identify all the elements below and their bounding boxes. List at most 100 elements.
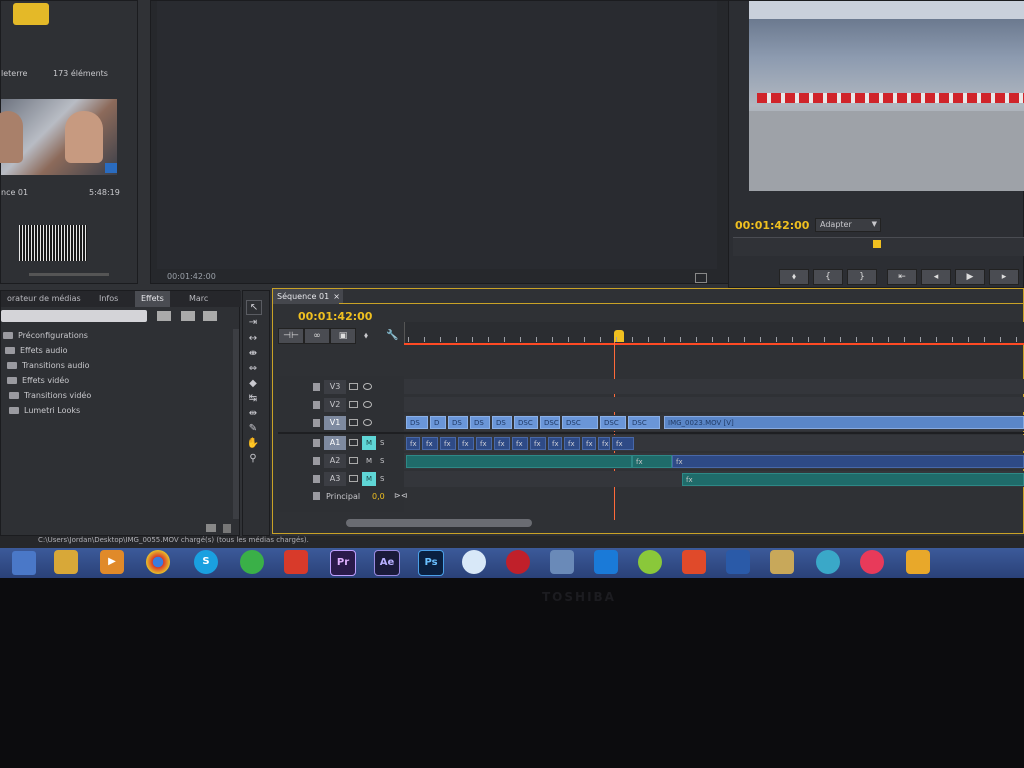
photoshop-icon[interactable]: Ps	[418, 550, 444, 576]
music-app-icon[interactable]	[506, 550, 530, 574]
master-ends-icon[interactable]: ⊳⊲	[394, 491, 407, 500]
v1-clip[interactable]: DSC	[562, 416, 598, 429]
premiere-pro-icon[interactable]: Pr	[330, 550, 356, 576]
tasks-app-icon[interactable]	[906, 550, 930, 574]
folder-audio-transitions[interactable]: Transitions audio	[7, 361, 90, 370]
green-app-icon[interactable]	[638, 550, 662, 574]
mute-button[interactable]: M	[362, 472, 376, 486]
folder-video-effects[interactable]: Effets vidéo	[7, 376, 69, 385]
linked-selection-button[interactable]: ∞	[304, 328, 330, 344]
mute-button[interactable]: M	[362, 436, 376, 450]
track-label-a2[interactable]: A2	[324, 454, 346, 468]
a1-clip[interactable]: fx	[494, 437, 510, 450]
a1-clip[interactable]: fx	[530, 437, 546, 450]
toggle-sync-lock-icon[interactable]	[349, 383, 358, 390]
voiceover-icon[interactable]	[349, 439, 358, 446]
start-button-icon[interactable]	[12, 551, 36, 575]
track-select-tool-icon[interactable]: ⇥	[246, 316, 260, 329]
track-label-v3[interactable]: V3	[324, 380, 346, 394]
folder-video-transitions[interactable]: Transitions vidéo	[9, 391, 91, 400]
timeline-scrollbar[interactable]	[346, 519, 532, 527]
screen-app-icon[interactable]	[550, 550, 574, 574]
mark-in-button[interactable]: {	[813, 269, 843, 285]
a2-clip-blue[interactable]: fx	[672, 455, 1024, 468]
compass-app-icon[interactable]	[816, 550, 840, 574]
tab-effects[interactable]: Effets	[135, 291, 170, 307]
a1-clip[interactable]: fx	[612, 437, 634, 450]
folder-icon[interactable]	[13, 3, 49, 25]
step-back-button[interactable]: ◂	[921, 269, 951, 285]
effects-scrollbar[interactable]	[233, 329, 239, 519]
solo-button[interactable]: S	[380, 454, 384, 468]
wrench-icon[interactable]: 🔧	[386, 330, 398, 341]
solo-button[interactable]: S	[380, 436, 384, 450]
fit-dropdown[interactable]: Adapter ▼	[815, 218, 881, 232]
mark-out-button[interactable]: }	[847, 269, 877, 285]
ccleaner-icon[interactable]	[682, 550, 706, 574]
a2-clip-teal[interactable]	[406, 455, 632, 468]
v1-clip[interactable]: DS	[470, 416, 490, 429]
sequence-thumbnail[interactable]	[0, 99, 117, 175]
add-marker-timeline-button[interactable]: ▣	[330, 328, 356, 344]
a1-clip[interactable]: fx	[406, 437, 420, 450]
v1-clip[interactable]: DS	[492, 416, 512, 429]
a1-clip[interactable]: fx	[440, 437, 456, 450]
razor-tool-icon[interactable]: ◆	[246, 377, 260, 390]
close-icon[interactable]: ×	[333, 289, 340, 304]
snap-button[interactable]: ⊣⊢	[278, 328, 304, 344]
program-playhead[interactable]	[873, 240, 881, 248]
toggle-sync-lock-icon[interactable]	[349, 419, 358, 426]
a1-clip[interactable]: fx	[422, 437, 438, 450]
accelerated-effects-icon[interactable]	[157, 311, 171, 321]
v1-long-clip[interactable]: IMG_0023.MOV [V]	[664, 416, 1024, 429]
lock-icon[interactable]	[313, 457, 320, 465]
chrome-icon[interactable]	[146, 550, 170, 574]
ripple-edit-tool-icon[interactable]: ↔	[246, 332, 260, 345]
mute-button[interactable]: M	[362, 454, 376, 468]
a1-clip[interactable]: fx	[512, 437, 528, 450]
trash-icon[interactable]	[223, 524, 231, 533]
solo-button[interactable]: S	[380, 472, 384, 486]
export-frame-icon[interactable]	[695, 273, 707, 283]
a1-clip[interactable]: fx	[548, 437, 562, 450]
go-to-in-button[interactable]: ⇤	[887, 269, 917, 285]
a1-clip[interactable]: fx	[564, 437, 580, 450]
32bit-effects-icon[interactable]	[181, 311, 195, 321]
track-label-a3[interactable]: A3	[324, 472, 346, 486]
a1-clip[interactable]: fx	[476, 437, 492, 450]
a1-clip[interactable]: fx	[598, 437, 610, 450]
slip-tool-icon[interactable]: ↹	[246, 392, 260, 405]
time-ruler[interactable]	[404, 322, 1024, 344]
v1-clip[interactable]: DSC	[628, 416, 660, 429]
eye-icon[interactable]	[363, 419, 372, 426]
file-explorer-icon[interactable]	[54, 550, 78, 574]
v1-clip[interactable]: D	[430, 416, 446, 429]
rate-stretch-tool-icon[interactable]: ⇔	[246, 362, 260, 375]
tab-info[interactable]: Infos	[93, 291, 124, 307]
phone-app-icon[interactable]	[240, 550, 264, 574]
skype-icon[interactable]: S	[194, 550, 218, 574]
toggle-sync-lock-icon[interactable]	[349, 401, 358, 408]
sequence-tab[interactable]: Séquence 01 ×	[273, 289, 343, 304]
zoom-slider[interactable]	[29, 273, 109, 276]
folder-audio-effects[interactable]: Effets audio	[5, 346, 68, 355]
master-value[interactable]: 0,0	[372, 492, 385, 501]
itunes-icon[interactable]	[860, 550, 884, 574]
folder-lumetri-looks[interactable]: Lumetri Looks	[9, 406, 80, 415]
teamviewer-icon[interactable]	[594, 550, 618, 574]
step-forward-button[interactable]: ▸	[989, 269, 1019, 285]
browser-app-icon[interactable]	[462, 550, 486, 574]
play-button[interactable]: ▶	[955, 269, 985, 285]
v1-clip[interactable]: DSC	[540, 416, 560, 429]
audio-thumbnail[interactable]	[19, 225, 87, 261]
zoom-tool-icon[interactable]: ⚲	[246, 452, 260, 465]
add-marker-button[interactable]: ⬧	[779, 269, 809, 285]
tab-markers[interactable]: Marc	[183, 291, 214, 307]
timeline-playhead-line[interactable]	[614, 342, 615, 520]
work-area-bar[interactable]	[404, 343, 1024, 345]
lock-icon[interactable]	[313, 439, 320, 447]
folder-presets[interactable]: Préconfigurations	[3, 331, 88, 340]
a3-clip[interactable]: fx	[682, 473, 1024, 486]
track-label-a1[interactable]: A1	[324, 436, 346, 450]
voiceover-icon[interactable]	[349, 475, 358, 482]
